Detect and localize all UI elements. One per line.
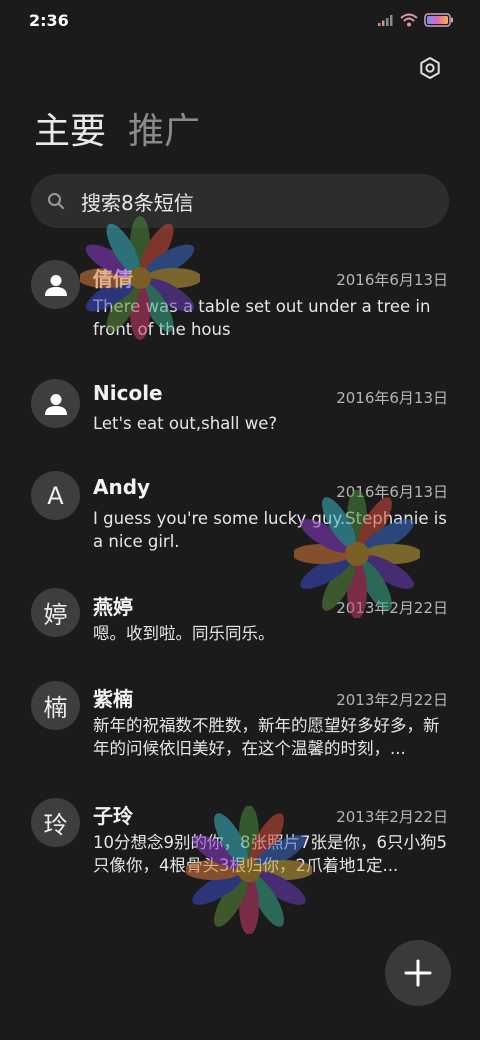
search-bar[interactable]: 搜索8条短信 bbox=[31, 174, 449, 228]
message-row[interactable]: A Andy 2016年6月13日 I guess you're some lu… bbox=[0, 466, 480, 566]
signal-icon bbox=[378, 15, 393, 26]
status-icons bbox=[378, 12, 454, 28]
contact-name: Andy bbox=[93, 475, 151, 499]
message-date: 2013年2月22日 bbox=[336, 808, 448, 826]
settings-icon bbox=[420, 57, 440, 79]
battery-icon bbox=[424, 13, 453, 27]
person-icon bbox=[44, 274, 67, 296]
contact-name: 倩倩 bbox=[93, 267, 133, 291]
message-preview: There was a table set out under a tree i… bbox=[93, 297, 431, 339]
message-row[interactable]: 楠 紫楠 2013年2月22日 新年的祝福数不胜数，新年的愿望好多好多，新年的问… bbox=[0, 676, 480, 776]
new-message-button[interactable] bbox=[385, 940, 451, 1006]
tab-promo[interactable]: 推广 bbox=[128, 108, 200, 156]
contact-name: Nicole bbox=[93, 381, 163, 405]
avatar: 楠 bbox=[31, 681, 80, 730]
status-bar: 2:36 bbox=[0, 0, 480, 40]
message-row[interactable]: 倩倩 2016年6月13日 There was a table set out … bbox=[0, 254, 480, 354]
avatar: 婷 bbox=[31, 588, 80, 637]
person-icon bbox=[44, 393, 67, 415]
message-date: 2016年6月13日 bbox=[336, 271, 448, 289]
message-date: 2016年6月13日 bbox=[336, 389, 448, 407]
settings-button[interactable] bbox=[418, 56, 442, 80]
search-label: 搜索8条短信 bbox=[81, 190, 194, 215]
message-preview: I guess you're some lucky guy.Stephanie … bbox=[93, 509, 447, 551]
message-preview: Let's eat out,shall we? bbox=[93, 414, 278, 433]
search-icon bbox=[48, 193, 64, 209]
plus-icon bbox=[404, 959, 432, 987]
message-row[interactable]: Nicole 2016年6月13日 Let's eat out,shall we… bbox=[0, 372, 480, 462]
avatar bbox=[31, 379, 80, 428]
message-preview: 10分想念9别的你，8张照片7张是你，6只小狗5只像你，4根骨头3根归你，2爪着… bbox=[93, 833, 447, 875]
contact-name: 燕婷 bbox=[93, 595, 133, 619]
wifi-icon bbox=[400, 13, 418, 27]
message-date: 2013年2月22日 bbox=[336, 599, 448, 617]
message-row[interactable]: 玲 子玲 2013年2月22日 10分想念9别的你，8张照片7张是你，6只小狗5… bbox=[0, 794, 480, 894]
status-time: 2:36 bbox=[29, 11, 69, 30]
contact-name: 子玲 bbox=[93, 804, 133, 828]
message-preview: 嗯。收到啦。同乐同乐。 bbox=[93, 624, 275, 643]
avatar bbox=[31, 260, 80, 309]
message-row[interactable]: 婷 燕婷 2013年2月22日 嗯。收到啦。同乐同乐。 bbox=[0, 584, 480, 664]
tab-main[interactable]: 主要 bbox=[34, 108, 106, 156]
message-preview: 新年的祝福数不胜数，新年的愿望好多好多，新年的问候依旧美好，在这个温馨的时刻，.… bbox=[93, 716, 440, 758]
avatar: A bbox=[31, 471, 80, 520]
tabs: 主要 推广 bbox=[34, 108, 200, 156]
contact-name: 紫楠 bbox=[93, 687, 133, 711]
message-date: 2016年6月13日 bbox=[336, 483, 448, 501]
avatar: 玲 bbox=[31, 798, 80, 847]
message-date: 2013年2月22日 bbox=[336, 691, 448, 709]
